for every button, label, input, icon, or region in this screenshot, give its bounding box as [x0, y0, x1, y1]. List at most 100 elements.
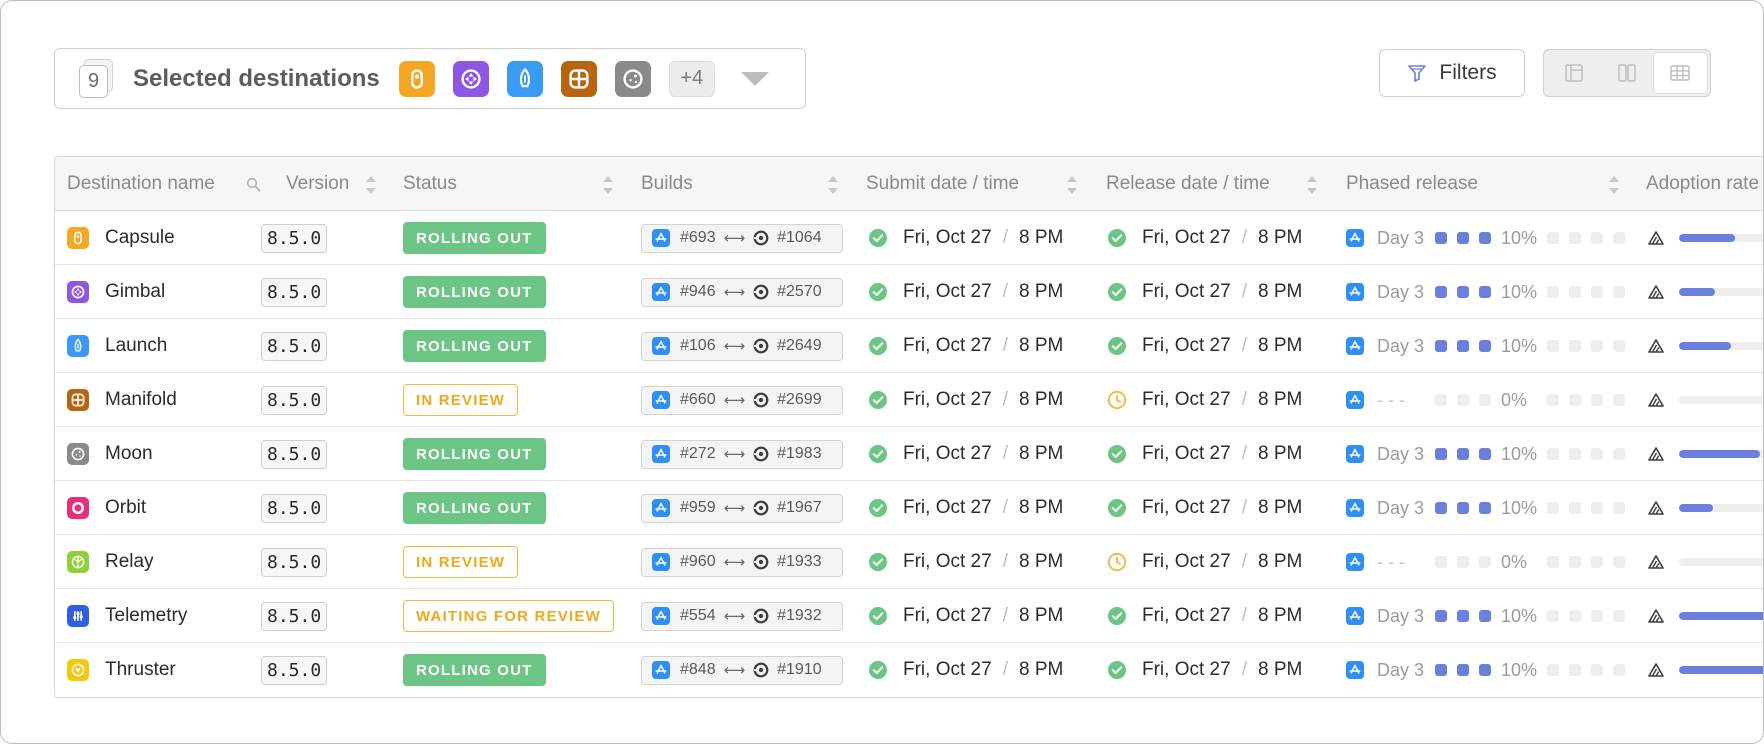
- release-time: 8 PM: [1257, 389, 1303, 410]
- version-chip: 8.5.0: [261, 331, 328, 361]
- status-badge: ROLLING OUT: [403, 492, 546, 524]
- builds-chip[interactable]: #554 ⟷ #1932: [641, 601, 843, 631]
- ci-build-number: #1064: [777, 229, 822, 246]
- table-row[interactable]: Capsule 8.5.0 ROLLING OUT #693 ⟷ #1064 F…: [55, 211, 1763, 265]
- app-store-icon: [652, 337, 670, 355]
- destination-name[interactable]: Launch: [105, 335, 167, 357]
- builds-cell: #106 ⟷ #2649: [641, 319, 843, 373]
- status-badge: ROLLING OUT: [403, 276, 546, 308]
- destination-name[interactable]: Capsule: [105, 227, 175, 249]
- adoption-bar: [1679, 666, 1763, 674]
- table-view-button[interactable]: [1653, 53, 1707, 93]
- phase-remaining-steps: [1547, 286, 1625, 298]
- more-destinations-chip[interactable]: +4: [668, 60, 715, 97]
- column-header-status[interactable]: Status: [403, 157, 457, 211]
- sort-icon[interactable]: [1609, 176, 1619, 194]
- sidebar-view-button[interactable]: [1547, 53, 1600, 93]
- view-mode-toggle[interactable]: [1543, 49, 1711, 97]
- phase-step-dot: [1457, 232, 1469, 244]
- column-header-submit-date[interactable]: Submit date / time: [866, 157, 1019, 211]
- builds-chip[interactable]: #106 ⟷ #2649: [641, 331, 843, 361]
- destination-name[interactable]: Gimbal: [105, 281, 165, 303]
- release-date: Fri, Oct 27: [1142, 227, 1231, 248]
- table-row[interactable]: Launch 8.5.0 ROLLING OUT #106 ⟷ #2649 Fr…: [55, 319, 1763, 373]
- sort-icon[interactable]: [1067, 176, 1077, 194]
- phased-release-cell: - - - 0%: [1346, 373, 1625, 427]
- destination-name[interactable]: Telemetry: [105, 605, 187, 627]
- table-row[interactable]: Moon 8.5.0 ROLLING OUT #272 ⟷ #1983 Fri,…: [55, 427, 1763, 481]
- app-store-icon: [1346, 337, 1364, 355]
- sort-icon[interactable]: [828, 176, 838, 194]
- split-view-button[interactable]: [1600, 53, 1653, 93]
- sort-icon[interactable]: [1307, 176, 1317, 194]
- column-header-destination-name[interactable]: Destination name: [67, 157, 215, 211]
- sort-icon[interactable]: [366, 176, 376, 194]
- phase-step-dot: [1457, 610, 1469, 622]
- destination-name[interactable]: Relay: [105, 551, 154, 573]
- destination-name[interactable]: Thruster: [105, 659, 176, 681]
- submit-date-cell: Fri, Oct 27 / 8 PM: [868, 535, 1063, 589]
- ci-build-icon: [753, 446, 769, 462]
- destination-name-cell: Orbit: [67, 481, 146, 535]
- destination-selector[interactable]: 9 Selected destinations +4: [54, 48, 806, 109]
- search-icon[interactable]: [246, 177, 261, 192]
- submit-date-cell: Fri, Oct 27 / 8 PM: [868, 265, 1063, 319]
- store-build-number: #554: [680, 607, 716, 624]
- destination-name[interactable]: Manifold: [105, 389, 177, 411]
- release-date-cell: Fri, Oct 27 / 8 PM: [1107, 265, 1302, 319]
- builds-chip[interactable]: #959 ⟷ #1967: [641, 493, 843, 523]
- submit-time: 8 PM: [1018, 551, 1064, 572]
- adoption-bar-fill: [1679, 666, 1763, 674]
- double-arrow-icon: ⟷: [723, 230, 746, 247]
- double-arrow-icon: ⟷: [723, 554, 746, 571]
- table-row[interactable]: Relay 8.5.0 IN REVIEW #960 ⟷ #1933 Fri, …: [55, 535, 1763, 589]
- builds-chip[interactable]: #848 ⟷ #1910: [641, 655, 843, 685]
- table-view-icon: [1670, 65, 1691, 81]
- ci-build-number: #2699: [777, 391, 822, 408]
- submit-date-cell: Fri, Oct 27 / 8 PM: [868, 589, 1063, 643]
- column-header-release-date[interactable]: Release date / time: [1106, 157, 1270, 211]
- builds-chip[interactable]: #693 ⟷ #1064: [641, 223, 843, 253]
- store-build-number: #660: [680, 391, 716, 408]
- filters-button[interactable]: Filters: [1379, 49, 1525, 97]
- phased-release-cell: Day 3 10%: [1346, 481, 1625, 535]
- phase-step-dot: [1613, 664, 1625, 676]
- date-separator: /: [1241, 389, 1247, 410]
- sort-icon[interactable]: [603, 176, 613, 194]
- column-header-adoption-rate[interactable]: Adoption rate: [1646, 157, 1759, 211]
- destination-name[interactable]: Moon: [105, 443, 153, 465]
- phased-release-cell: Day 3 10%: [1346, 589, 1625, 643]
- phase-step-dot: [1435, 340, 1447, 352]
- version-cell: 8.5.0: [261, 211, 328, 265]
- phase-step-dot: [1479, 556, 1491, 568]
- release-time: 8 PM: [1257, 497, 1303, 518]
- column-header-phased-release[interactable]: Phased release: [1346, 157, 1478, 211]
- builds-chip[interactable]: #946 ⟷ #2570: [641, 277, 843, 307]
- date-separator: /: [1241, 281, 1247, 302]
- table-row[interactable]: Gimbal 8.5.0 ROLLING OUT #946 ⟷ #2570 Fr…: [55, 265, 1763, 319]
- check-circle-icon: [1107, 444, 1127, 464]
- table-row[interactable]: Manifold 8.5.0 IN REVIEW #660 ⟷ #2699 Fr…: [55, 373, 1763, 427]
- table-row[interactable]: Thruster 8.5.0 ROLLING OUT #848 ⟷ #1910 …: [55, 643, 1763, 697]
- column-header-builds[interactable]: Builds: [641, 157, 693, 211]
- builds-chip[interactable]: #960 ⟷ #1933: [641, 547, 843, 577]
- destination-name[interactable]: Orbit: [105, 497, 146, 519]
- store-build-number: #693: [680, 229, 716, 246]
- submit-time: 8 PM: [1018, 389, 1064, 410]
- table-row[interactable]: Orbit 8.5.0 ROLLING OUT #959 ⟷ #1967 Fri…: [55, 481, 1763, 535]
- phase-step-dot: [1569, 232, 1581, 244]
- table-row[interactable]: Telemetry 8.5.0 WAITING FOR REVIEW #554 …: [55, 589, 1763, 643]
- builds-cell: #693 ⟷ #1064: [641, 211, 843, 265]
- analytics-icon: [1647, 607, 1665, 625]
- phase-percent: 10%: [1501, 335, 1538, 356]
- release-time: 8 PM: [1257, 659, 1303, 680]
- chevron-down-icon[interactable]: [740, 71, 769, 86]
- phase-step-dot: [1569, 448, 1581, 460]
- builds-chip[interactable]: #272 ⟷ #1983: [641, 439, 843, 469]
- phase-steps: [1435, 556, 1491, 568]
- status-cell: ROLLING OUT: [403, 319, 546, 373]
- builds-cell: #946 ⟷ #2570: [641, 265, 843, 319]
- builds-chip[interactable]: #660 ⟷ #2699: [641, 385, 843, 415]
- column-header-version[interactable]: Version: [286, 157, 349, 211]
- adoption-bar-fill: [1679, 450, 1760, 458]
